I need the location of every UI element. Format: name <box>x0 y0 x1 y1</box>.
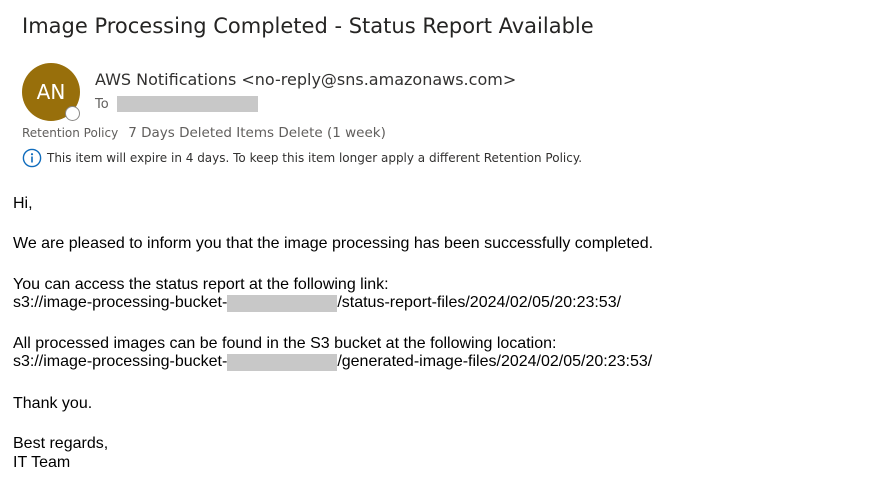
status-link-redacted <box>227 294 338 312</box>
status-report-link[interactable]: s3://image-processing-bucket- /status-re… <box>13 294 621 312</box>
expiry-notice: This item will expire in 4 days. To keep… <box>22 148 582 168</box>
images-link-redacted <box>227 353 338 371</box>
info-icon <box>22 148 42 168</box>
status-link-prefix: s3://image-processing-bucket- <box>13 294 228 311</box>
images-link-suffix: /generated-image-files/2024/02/05/20:23:… <box>337 353 653 370</box>
greeting: Hi, <box>13 195 33 212</box>
recipient-redacted <box>116 96 258 112</box>
images-link-prefix: s3://image-processing-bucket- <box>13 353 228 370</box>
signature-line: IT Team <box>13 454 71 471</box>
retention-policy-label: Retention Policy <box>22 126 119 140</box>
presence-status-icon <box>65 106 80 121</box>
status-link-suffix: /status-report-files/2024/02/05/20:23:53… <box>337 294 622 311</box>
to-label: To <box>95 96 109 112</box>
thanks-line: Thank you. <box>13 395 93 412</box>
images-location-link[interactable]: s3://image-processing-bucket- /generated… <box>13 353 652 371</box>
expiry-notice-text: This item will expire in 4 days. To keep… <box>47 151 583 165</box>
avatar-initials: AN <box>36 80 66 104</box>
images-location-intro: All processed images can be found in the… <box>13 335 557 352</box>
retention-policy-value[interactable]: 7 Days Deleted Items Delete (1 week) <box>128 125 386 141</box>
regards-line: Best regards, <box>13 435 109 452</box>
sender-name[interactable]: AWS Notifications <no-reply@sns.amazonaw… <box>95 70 516 89</box>
email-subject: Image Processing Completed - Status Repo… <box>22 14 594 38</box>
recipient-row: To <box>95 96 258 112</box>
status-report-intro: You can access the status report at the … <box>13 276 389 293</box>
intro-paragraph: We are pleased to inform you that the im… <box>13 235 654 252</box>
retention-policy-row: Retention Policy 7 Days Deleted Items De… <box>22 125 386 141</box>
